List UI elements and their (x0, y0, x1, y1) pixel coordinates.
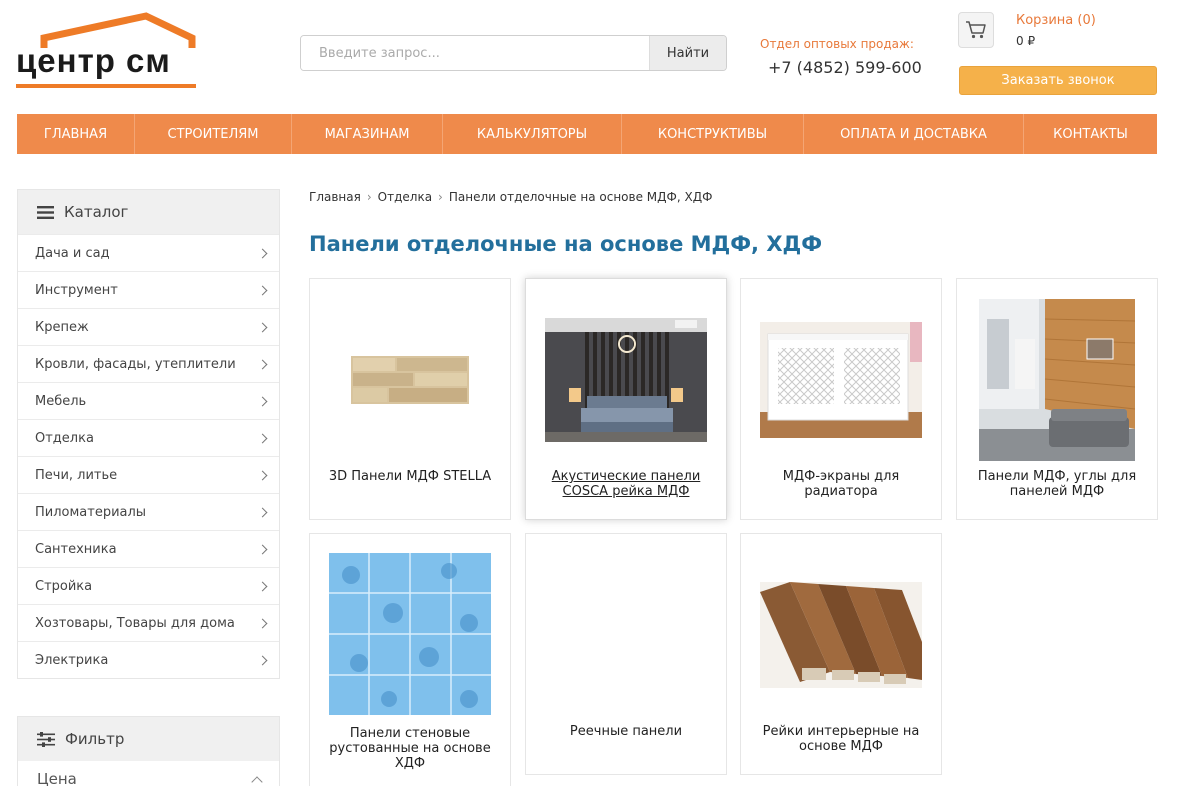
catalog-item-fasteners[interactable]: Крепеж (18, 308, 279, 345)
product-card[interactable]: Рейки интерьерные на основе МДФ (740, 533, 942, 775)
product-image-radiator-screen (760, 321, 922, 438)
catalog-item-label: Стройка (35, 578, 93, 594)
catalog-item-furniture[interactable]: Мебель (18, 382, 279, 419)
wholesale-phone[interactable]: +7 (4852) 599-600 (768, 58, 922, 77)
catalog-item-label: Сантехника (35, 541, 117, 557)
catalog-item-construction[interactable]: Стройка (18, 567, 279, 604)
catalog-item-household[interactable]: Хозтовары, Товары для дома (18, 604, 279, 641)
sliders-icon (37, 731, 55, 747)
chevron-right-icon (257, 655, 268, 665)
chevron-right-icon (257, 433, 268, 443)
catalog-item-label: Кровли, фасады, утеплители (35, 356, 236, 372)
catalog-item-label: Электрика (35, 652, 109, 668)
product-name: 3D Панели МДФ STELLA (328, 469, 492, 484)
catalog-item-label: Отделка (35, 430, 94, 446)
catalog-item-garden[interactable]: Дача и сад (18, 234, 279, 271)
product-card[interactable]: 3D Панели МДФ STELLA (309, 278, 511, 520)
cart-title-link[interactable]: Корзина (0) (1016, 13, 1096, 28)
catalog-item-electrics[interactable]: Электрика (18, 641, 279, 678)
catalog-item-label: Крепеж (35, 319, 89, 335)
filter-header: Фильтр (18, 717, 279, 761)
page-title: Панели отделочные на основе МДФ, ХДФ (309, 232, 823, 256)
catalog-item-plumbing[interactable]: Сантехника (18, 530, 279, 567)
filter-title: Фильтр (65, 730, 125, 748)
chevron-right-icon (257, 248, 268, 258)
catalog-item-roofing[interactable]: Кровли, фасады, утеплители (18, 345, 279, 382)
catalog-item-lumber[interactable]: Пиломатериалы (18, 493, 279, 530)
cart-sum: 0 ₽ (1016, 34, 1036, 48)
breadcrumb-home[interactable]: Главная (309, 190, 361, 204)
product-card[interactable]: Реечные панели (525, 533, 727, 775)
filter-price-label: Цена (37, 770, 77, 786)
breadcrumb-finishing[interactable]: Отделка (378, 190, 432, 204)
catalog-item-label: Инструмент (35, 282, 118, 298)
chevron-right-icon (257, 470, 268, 480)
callback-button[interactable]: Заказать звонок (959, 66, 1157, 95)
wholesale-label: Отдел оптовых продаж: (760, 37, 914, 51)
catalog-item-label: Хозтовары, Товары для дома (35, 615, 235, 631)
product-image-bedroom (545, 317, 707, 442)
nav-item-builders[interactable]: Строителям (135, 114, 292, 154)
filter-panel: Фильтр Цена (17, 716, 280, 786)
catalog-item-stoves[interactable]: Печи, литье (18, 456, 279, 493)
product-card[interactable]: Акустические панели COSCA рейка МДФ (525, 278, 727, 520)
logo-underline (16, 84, 196, 88)
product-image-wood-interior (979, 298, 1135, 461)
breadcrumb-current: Панели отделочные на основе МДФ, ХДФ (448, 190, 713, 204)
cart-button[interactable] (958, 12, 994, 48)
catalog-item-label: Дача и сад (35, 245, 110, 261)
nav-item-contacts[interactable]: Контакты (1024, 114, 1157, 154)
product-name: Панели стеновые рустованные на основе ХД… (329, 726, 491, 771)
catalog-menu: Каталог Дача и сад Инструмент Крепеж Кро… (17, 189, 280, 679)
catalog-item-label: Пиломатериалы (35, 504, 147, 520)
catalog-header[interactable]: Каталог (18, 190, 279, 234)
breadcrumb-separator: › (366, 190, 372, 204)
chevron-right-icon (257, 618, 268, 628)
product-card[interactable]: МДФ-экраны для радиатора (740, 278, 942, 520)
product-card[interactable]: Панели стеновые рустованные на основе ХД… (309, 533, 511, 786)
search-input[interactable] (301, 36, 649, 70)
chevron-right-icon (257, 507, 268, 517)
catalog-item-finishing[interactable]: Отделка (18, 419, 279, 456)
nav-item-shops[interactable]: Магазинам (292, 114, 443, 154)
product-name: МДФ-экраны для радиатора (782, 469, 900, 499)
search-form: Найти (300, 35, 727, 71)
product-name: Панели МДФ, углы для панелей МДФ (977, 469, 1137, 499)
product-image-wood-slats (760, 581, 922, 688)
main-nav: Главная Строителям Магазинам Калькулятор… (17, 114, 1157, 154)
breadcrumb: Главная › Отделка › Панели отделочные на… (309, 190, 712, 204)
chevron-up-icon (251, 776, 263, 786)
catalog-item-label: Мебель (35, 393, 87, 409)
product-image-blue-tile (329, 553, 491, 715)
filter-price-toggle[interactable]: Цена (18, 761, 279, 786)
chevron-right-icon (257, 544, 268, 554)
search-button[interactable]: Найти (649, 36, 726, 70)
chevron-right-icon (257, 285, 268, 295)
product-name: Акустические панели COSCA рейка МДФ (551, 469, 701, 499)
catalog-item-label: Печи, литье (35, 467, 118, 483)
nav-item-payment-delivery[interactable]: Оплата и доставка (804, 114, 1024, 154)
nav-item-calculators[interactable]: Калькуляторы (443, 114, 622, 154)
product-card[interactable]: Панели МДФ, углы для панелей МДФ (956, 278, 1158, 520)
product-name: Реечные панели (569, 724, 683, 739)
catalog-item-tools[interactable]: Инструмент (18, 271, 279, 308)
product-image-3d-panel (351, 355, 469, 404)
site-logo[interactable]: центр см (16, 12, 198, 92)
nav-item-constructives[interactable]: Конструктивы (622, 114, 804, 154)
catalog-title: Каталог (64, 203, 129, 221)
chevron-right-icon (257, 581, 268, 591)
chevron-right-icon (257, 396, 268, 406)
nav-item-home[interactable]: Главная (17, 114, 135, 154)
breadcrumb-separator: › (438, 190, 443, 204)
chevron-right-icon (257, 322, 268, 332)
chevron-right-icon (257, 359, 268, 369)
hamburger-icon (37, 205, 54, 219)
logo-text: центр см (16, 42, 171, 79)
product-name: Рейки интерьерные на основе МДФ (762, 724, 920, 754)
cart-icon (966, 21, 986, 39)
